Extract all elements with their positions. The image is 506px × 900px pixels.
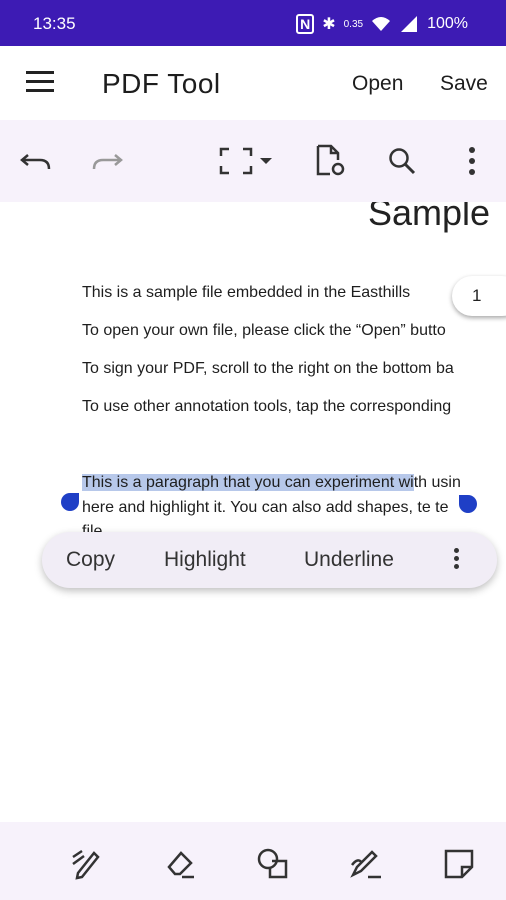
signature-icon[interactable] [348,846,384,882]
bottom-bar [0,822,506,900]
signal-icon [401,16,418,32]
menu-icon[interactable] [26,71,54,93]
doc-line-3: To sign your PDF, scroll to the right on… [82,360,454,377]
undo-icon[interactable] [17,142,55,180]
page-number: 1 [472,286,482,305]
doc-line-1: This is a sample file embedded in the Ea… [82,284,411,301]
redo-icon[interactable] [88,142,126,180]
copy-button[interactable]: Copy [66,548,115,572]
search-icon[interactable] [383,142,421,180]
fit-screen-icon[interactable] [217,142,255,180]
selection-start-handle[interactable] [61,493,79,511]
app-title: PDF Tool [102,68,221,99]
more-vert-icon[interactable] [453,142,491,180]
dropdown-icon[interactable] [256,142,276,180]
page-number-badge[interactable]: 1 [452,276,506,316]
doc-line-2: To open your own file, please click the … [82,322,446,339]
more-vert-icon[interactable] [454,548,462,572]
paragraph-rest: th usin [413,474,461,491]
doc-paragraph-line-2: here and highlight it. You can also add … [82,499,449,517]
doc-line-4: To use other annotation tools, tap the c… [82,398,452,415]
eraser-icon[interactable] [162,846,198,882]
paragraph-line-2-end: te te [417,499,449,516]
underline-button[interactable]: Underline [304,548,394,572]
draw-icon[interactable] [69,846,105,882]
document-heading: Sample [368,202,491,233]
shapes-icon[interactable] [255,846,291,882]
battery-text: 100% [427,15,468,32]
status-icons: N ✱ 0.35 100% [296,14,468,34]
wifi-icon [372,17,391,31]
save-button[interactable]: Save [440,72,488,96]
pdf-page[interactable]: Sample This is a sample file embedded in… [0,202,506,822]
status-bar: 13:35 N ✱ 0.35 100% [0,0,506,46]
doc-paragraph-line-1[interactable]: This is a paragraph that you can experim… [82,474,461,492]
sticky-note-icon[interactable] [441,846,477,882]
highlight-button[interactable]: Highlight [164,548,246,572]
paragraph-line-2-text: here and highlight it. You can also add … [82,499,418,516]
toolbar [0,120,506,202]
nfc-icon: N [296,14,315,34]
status-time: 13:35 [33,14,76,33]
selection-end-handle[interactable] [459,495,477,513]
bluetooth-icon: ✱ [322,16,336,33]
data-speed-icon: 0.35 [343,18,364,30]
document-settings-icon[interactable] [311,142,349,180]
selected-text[interactable]: This is a paragraph that you can experim… [82,474,414,491]
selection-context-menu: Copy Highlight Underline [42,532,497,588]
app-bar: PDF Tool Open Save [0,46,506,120]
open-button[interactable]: Open [352,72,403,96]
